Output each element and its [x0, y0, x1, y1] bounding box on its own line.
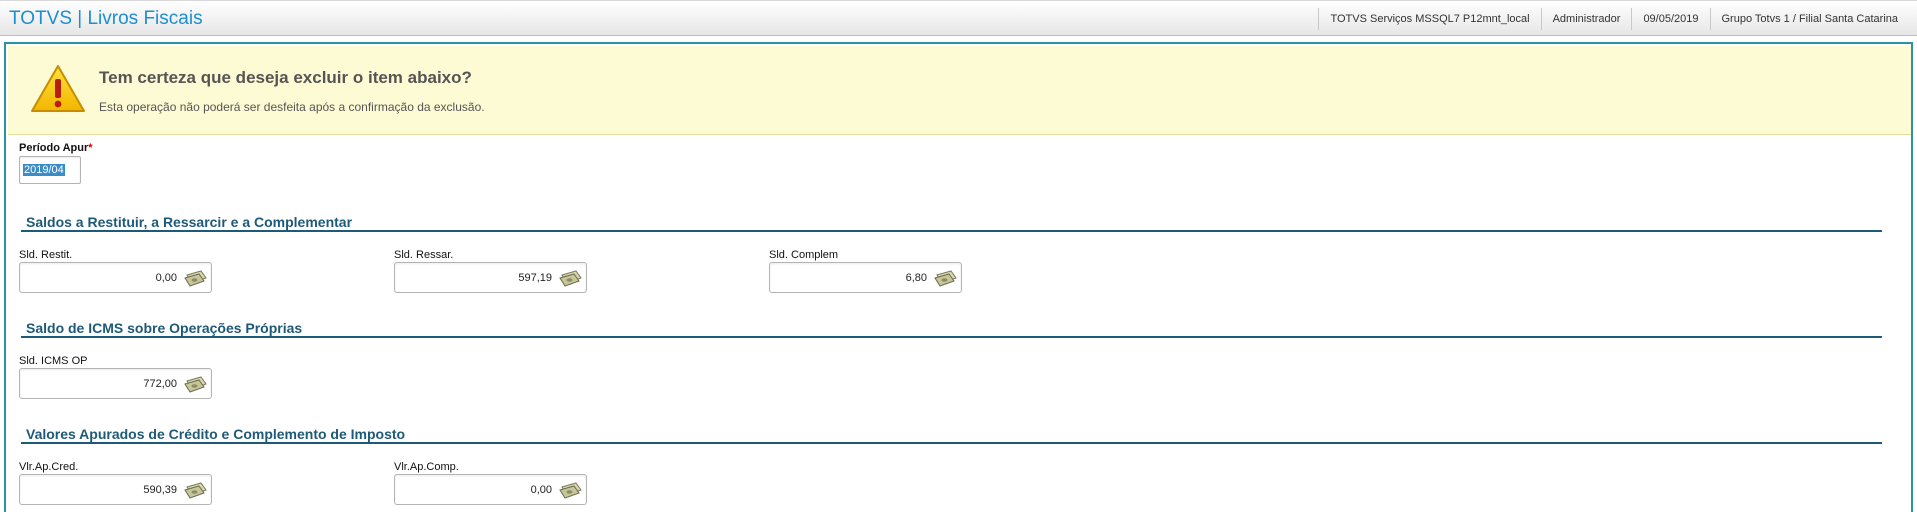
sld-complem-label: Sld. Complem: [769, 249, 839, 261]
section-icms-header: Saldo de ICMS sobre Operações Próprias: [21, 318, 1882, 338]
vlr-ap-comp-value: 0,00: [530, 484, 552, 496]
sld-ressar-value: 597,19: [518, 272, 552, 284]
vlr-ap-cred-value: 590,39: [143, 484, 177, 496]
delete-confirmation-banner: Tem certeza que deseja excluir o item ab…: [8, 46, 1911, 135]
vlr-ap-comp-input[interactable]: 0,00: [394, 474, 587, 505]
user-label[interactable]: Administrador: [1540, 8, 1632, 30]
vlr-ap-cred-input[interactable]: 590,39: [19, 474, 212, 505]
period-label: Período Apur*: [19, 142, 93, 154]
sld-icms-op-input[interactable]: 772,00: [19, 368, 212, 399]
top-bar: TOTVS | Livros Fiscais TOTVS Serviços MS…: [0, 0, 1917, 36]
sld-restit-input[interactable]: 0,00: [19, 262, 212, 293]
period-input[interactable]: 2019/04: [19, 156, 81, 184]
sld-restit-label: Sld. Restit.: [19, 249, 73, 261]
session-info: TOTVS Serviços MSSQL7 P12mnt_local Admin…: [1318, 1, 1909, 37]
section-saldos-header: Saldos a Restituir, a Ressarcir e a Comp…: [21, 212, 1882, 232]
sld-restit-value: 0,00: [155, 272, 177, 284]
money-calculator-icon[interactable]: [182, 266, 209, 289]
warning-message: Esta operação não poderá ser desfeita ap…: [99, 100, 485, 114]
section-valores-title: Valores Apurados de Crédito e Complement…: [26, 426, 406, 442]
money-calculator-icon[interactable]: [182, 478, 209, 501]
sld-ressar-label: Sld. Ressar.: [394, 249, 454, 261]
vlr-ap-comp-label: Vlr.Ap.Comp.: [394, 461, 459, 473]
sld-complem-input[interactable]: 6,80: [769, 262, 962, 293]
warning-title: Tem certeza que deseja excluir o item ab…: [99, 68, 472, 87]
money-calculator-icon[interactable]: [932, 266, 959, 289]
section-valores-header: Valores Apurados de Crédito e Complement…: [21, 424, 1882, 444]
section-icms-title: Saldo de ICMS sobre Operações Próprias: [26, 320, 303, 336]
period-value: 2019/04: [23, 164, 65, 176]
warning-icon: [31, 65, 85, 112]
company-label[interactable]: Grupo Totvs 1 / Filial Santa Catarina: [1709, 8, 1910, 30]
section-saldos-title: Saldos a Restituir, a Ressarcir e a Comp…: [26, 214, 353, 230]
vlr-ap-cred-label: Vlr.Ap.Cred.: [19, 461, 79, 473]
required-mark: *: [88, 142, 93, 154]
money-calculator-icon[interactable]: [557, 478, 584, 501]
environment-label[interactable]: TOTVS Serviços MSSQL7 P12mnt_local: [1318, 8, 1540, 30]
sld-icms-op-value: 772,00: [143, 378, 177, 390]
sld-ressar-input[interactable]: 597,19: [394, 262, 587, 293]
main-panel: Tem certeza que deseja excluir o item ab…: [4, 42, 1913, 512]
app-title: TOTVS | Livros Fiscais: [9, 8, 203, 29]
period-label-text: Período Apur: [19, 142, 89, 154]
date-label[interactable]: 09/05/2019: [1631, 8, 1709, 30]
money-calculator-icon[interactable]: [182, 372, 209, 395]
money-calculator-icon[interactable]: [557, 266, 584, 289]
sld-complem-value: 6,80: [905, 272, 927, 284]
sld-icms-op-label: Sld. ICMS OP: [19, 355, 88, 367]
